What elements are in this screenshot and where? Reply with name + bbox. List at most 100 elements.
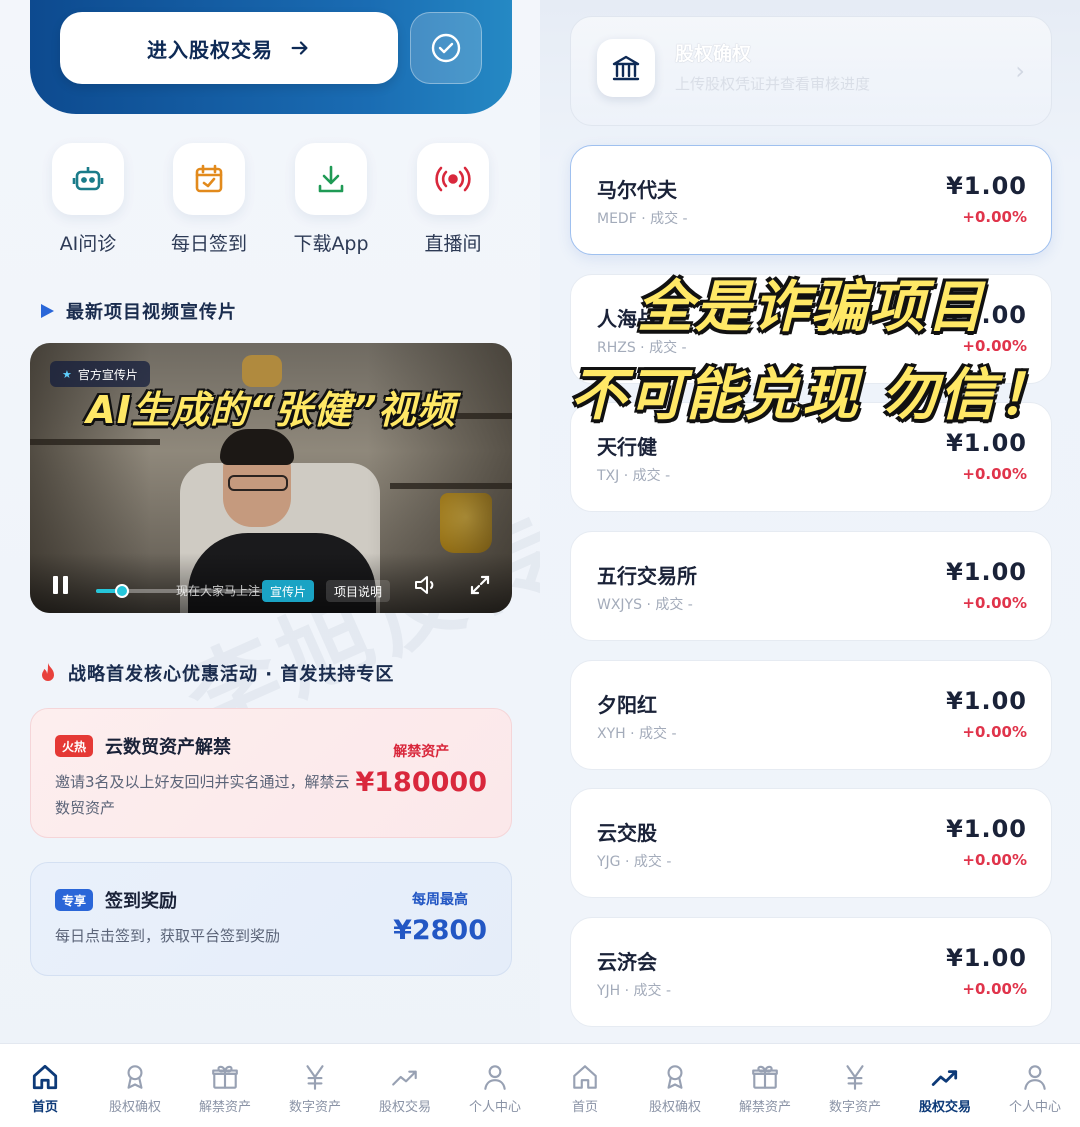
promo-title: 签到奖励 [105,891,178,912]
tab-user[interactable]: 个人中心 [452,1062,538,1115]
fire-icon [42,663,54,681]
gift-icon [752,1065,778,1089]
equity-trading-screen: 股权确权 上传股权凭证并查看审核进度 › 马尔代夫 MEDF · 成交 - ¥1.0… [540,0,1080,1127]
progress-knob[interactable] [114,584,129,598]
equity-confirmation-entry[interactable]: 股权确权 上传股权凭证并查看审核进度 › [570,16,1052,126]
yen-icon [306,1065,324,1090]
tab-yen[interactable]: 数字资产 [812,1062,898,1115]
tab-label: 数字资产 [288,1100,341,1115]
quick-ai-consult[interactable]: AI问诊 [38,143,138,256]
promo-reward-label: 解禁资产 [393,744,450,760]
bottom-tab-bar: 首页 股权确权 解禁资产 数字资产 股权交易 个人中心 [0,1043,540,1127]
verified-badge-button[interactable] [410,12,482,84]
fullscreen-icon[interactable] [468,573,492,597]
promo-reward-label: 每周最高 [412,892,469,908]
quick-label: 每日签到 [170,233,247,255]
award-icon [127,1065,143,1089]
quick-daily-checkin[interactable]: 每日签到 [159,143,259,256]
home-screen: 李旭反传防骗团队 进入股权交易 AI问诊 [0,0,540,1127]
stock-change: +0.00% [962,594,1027,612]
home-icon [32,1064,58,1090]
promo-video-player[interactable]: ★ 官方宣传片 AI生成的“张健”视频 现在大家马上注 宣传片 项目说明 [30,343,512,613]
promo-reward-value: ¥180000 [355,767,487,798]
chip-project-description[interactable]: 项目说明 [326,580,391,602]
promo-card-asset-unlock[interactable]: 火热 云数贸资产解禁 邀请3名及以上好友回归并实名通过，解禁云数贸资产 解禁资产… [30,708,512,838]
stock-price: ¥1.00 [946,815,1027,843]
stock-price: ¥1.00 [946,558,1027,586]
user-icon [484,1065,506,1090]
pause-button[interactable] [44,569,76,601]
activity-section-title: 战略首发核心优惠活动 · 首发扶持专区 [68,664,395,685]
volume-icon[interactable] [412,573,440,597]
stock-change: +0.00% [962,980,1027,998]
bank-icon [612,55,640,81]
stock-row[interactable]: 云济会 YJH · 成交 - ¥1.00 +0.00% [570,917,1052,1027]
stock-row[interactable]: 夕阳红 XYH · 成交 - ¥1.00 +0.00% [570,660,1052,770]
stock-meta: XYH · 成交 - [597,726,677,742]
calendar-check-icon [195,164,223,193]
video-controls: 现在大家马上注 宣传片 项目说明 [30,553,512,613]
tab-label: 股权交易 [918,1100,971,1115]
stock-price: ¥1.00 [946,429,1027,457]
tab-award[interactable]: 股权确权 [632,1062,718,1115]
tab-award[interactable]: 股权确权 [92,1062,178,1115]
user-icon [1024,1065,1046,1090]
promo-description: 邀请3名及以上好友回归并实名通过，解禁云数贸资产 [55,773,350,817]
gift-icon [212,1065,238,1089]
equity-header-subtitle: 上传股权凭证并查看审核进度 [675,75,871,93]
quick-download-app[interactable]: 下载App [281,143,381,256]
tab-user[interactable]: 个人中心 [992,1062,1078,1115]
tab-trend[interactable]: 股权交易 [902,1062,988,1115]
equity-header-title: 股权确权 [675,43,752,65]
stock-name: 五行交易所 [597,564,697,588]
video-subtitle: 现在大家马上注 [176,584,261,598]
promo-description: 每日点击签到，获取平台签到奖励 [55,927,281,945]
exclusive-badge: 专享 [55,889,94,911]
quick-label: 下载App [293,233,369,255]
stock-meta: TXJ · 成交 - [597,468,671,484]
stock-row[interactable]: 云交股 YJG · 成交 - ¥1.00 +0.00% [570,788,1052,898]
tab-label: 股权确权 [108,1100,161,1115]
stock-name: 云济会 [597,950,657,974]
trend-icon [931,1070,958,1086]
chevron-right-icon: › [1015,57,1025,85]
tab-home[interactable]: 首页 [2,1062,88,1115]
ai-generated-caption: AI生成的“张健”视频 [86,388,456,432]
quick-label: AI问诊 [59,233,117,255]
stock-change: +0.00% [962,465,1027,483]
stock-row[interactable]: 马尔代夫 MEDF · 成交 - ¥1.00 +0.00% [570,145,1052,255]
quick-live-room[interactable]: 直播间 [403,143,503,256]
tab-gift[interactable]: 解禁资产 [722,1062,808,1115]
download-icon [318,165,344,193]
tab-label: 个人中心 [468,1100,521,1115]
promo-card-checkin-reward[interactable]: 专享 签到奖励 每日点击签到，获取平台签到奖励 每周最高 ¥2800 [30,862,512,976]
tab-label: 解禁资产 [738,1100,791,1115]
tab-label: 股权确权 [648,1100,701,1115]
quick-label: 直播间 [424,233,482,255]
tab-gift[interactable]: 解禁资产 [182,1062,268,1115]
activity-section-header: 战略首发核心优惠活动 · 首发扶持专区 [38,660,394,686]
tab-label: 首页 [571,1100,598,1115]
broadcast-icon [435,166,471,192]
promo-title: 云数贸资产解禁 [105,737,232,758]
stock-meta: YJH · 成交 - [597,983,672,999]
hot-badge: 火热 [55,735,94,757]
stock-change: +0.00% [962,851,1027,869]
stock-row[interactable]: 五行交易所 WXJYS · 成交 - ¥1.00 +0.00% [570,531,1052,641]
enter-equity-trading-button[interactable]: 进入股权交易 [60,12,398,84]
scam-warning-line-1: 全是诈骗项目 [637,275,985,340]
chip-promo-video[interactable]: 宣传片 [262,580,315,602]
shield-check-icon [431,33,461,63]
stock-name: 云交股 [597,821,657,845]
tab-label: 首页 [31,1100,58,1115]
tab-home[interactable]: 首页 [542,1062,628,1115]
stock-meta: MEDF · 成交 - [597,211,688,227]
promo-reward-value: ¥2800 [393,915,487,946]
play-triangle-icon [41,304,54,318]
arrow-right-icon [291,41,308,55]
stock-meta: WXJYS · 成交 - [597,597,693,613]
tab-label: 股权交易 [378,1100,431,1115]
tab-trend[interactable]: 股权交易 [362,1062,448,1115]
tab-yen[interactable]: 数字资产 [272,1062,358,1115]
video-section-title: 最新项目视频宣传片 [66,302,237,323]
